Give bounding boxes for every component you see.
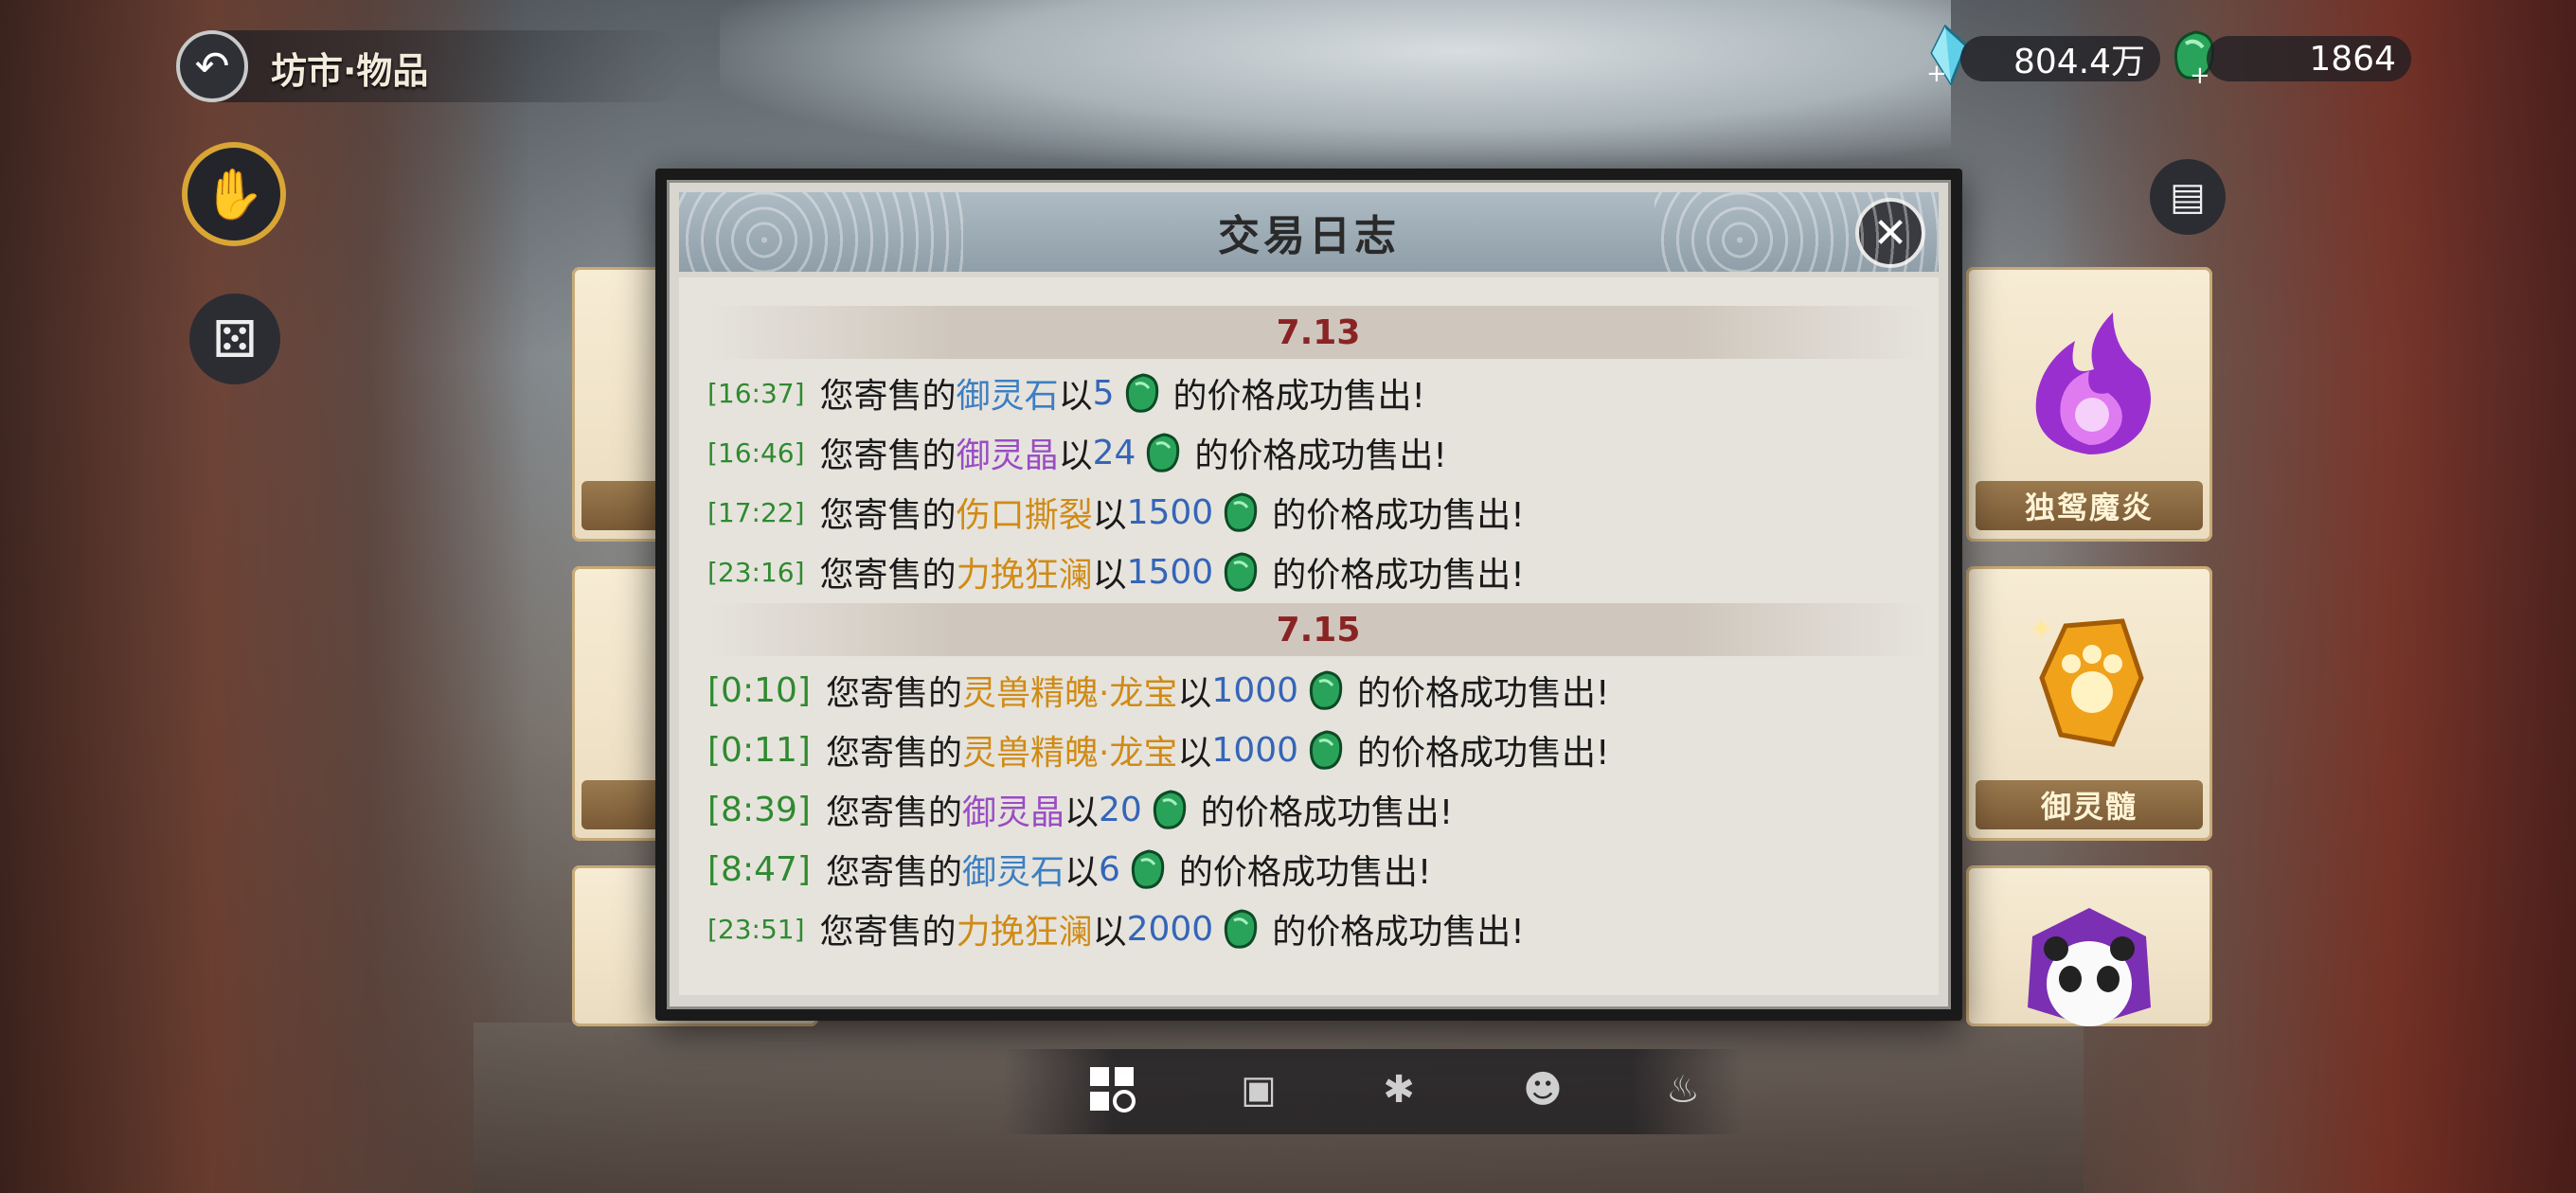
- log-entry: [16:37] 您寄售的 御灵石以 5 的价格成功售出!: [707, 366, 1425, 419]
- log-entry: [8:39] 您寄售的 御灵晶以 20 的价格成功售出!: [707, 783, 1453, 836]
- golden-paw-gem-icon: ✦: [2028, 611, 2144, 747]
- dice-icon: ⚄: [212, 309, 258, 369]
- dice-button[interactable]: ⚄: [189, 294, 280, 384]
- log-entry: [23:16] 您寄售的 力挽狂澜以 1500 的价格成功售出!: [707, 545, 1525, 598]
- title-bar: [176, 30, 688, 102]
- close-icon: ✕: [1872, 208, 1908, 258]
- sell-hand-button[interactable]: ✋: [182, 142, 286, 246]
- pouch-icon: ♨: [1666, 1068, 1700, 1112]
- jade-amount: 1864: [2309, 39, 2396, 79]
- card-pack-icon: ▣: [1241, 1068, 1277, 1112]
- date-header: 7.13: [707, 306, 1929, 359]
- grid-icon: [1090, 1067, 1136, 1113]
- log-entry: [23:51] 您寄售的 力挽狂澜以 2000 的价格成功售出!: [707, 902, 1525, 955]
- jade-currency: 1864: [2207, 36, 2411, 81]
- panda-badge-icon: [2028, 908, 2151, 1026]
- svg-text:+: +: [1926, 60, 1947, 85]
- trade-log-dialog: 交易日志 ✕ · · · · · · · · · · · · · · · · ·…: [655, 169, 1962, 1021]
- log-entry: [8:47] 您寄售的 御灵石以 6 的价格成功售出!: [707, 843, 1431, 896]
- item-card-right-1[interactable]: 独鸳魔炎: [1966, 267, 2212, 542]
- pet-face-icon: ☻: [1523, 1068, 1563, 1112]
- clipped-previous-entry: · · · · · · · · · · · · · · · · · · · · …: [707, 285, 1484, 304]
- svg-text:✦: ✦: [2028, 611, 2055, 649]
- jade-icon: [1309, 670, 1343, 710]
- close-button[interactable]: ✕: [1855, 198, 1925, 268]
- log-entry: [17:22] 您寄售的 伤口撕裂以 1500 的价格成功售出!: [707, 486, 1525, 539]
- jade-icon: [1147, 433, 1180, 472]
- jade-icon: [1125, 373, 1158, 413]
- page-title: 坊市·物品: [271, 50, 429, 92]
- jade-icon: [1153, 790, 1186, 829]
- item-card-name: 御灵髓: [1976, 780, 2203, 829]
- hand-offer-icon: ✋: [203, 166, 265, 223]
- item-card-name: 独鸳魔炎: [1976, 481, 2203, 530]
- log-entry: [0:10] 您寄售的 灵兽精魄·龙宝以 1000 的价格成功售出!: [707, 664, 1609, 717]
- back-button[interactable]: ↶: [176, 30, 248, 102]
- jade-icon: [1309, 730, 1343, 770]
- jade-icon: [1225, 492, 1258, 532]
- log-entry: [16:46] 您寄售的 御灵晶以 24 的价格成功售出!: [707, 426, 1447, 479]
- trade-log-list[interactable]: · · · · · · · · · · · · · · · · · · · · …: [679, 277, 1939, 995]
- nav-cards-button[interactable]: ▣: [1229, 1060, 1288, 1119]
- dialog-title: 交易日志: [1218, 212, 1400, 260]
- purple-flame-icon: [2035, 312, 2151, 454]
- record-book-button[interactable]: ▤: [2150, 159, 2226, 235]
- dialog-header: 交易日志 ✕: [679, 192, 1939, 272]
- jade-icon: [1225, 909, 1258, 949]
- jade-icon: [1225, 552, 1258, 592]
- nav-pet-button[interactable]: ☻: [1513, 1060, 1572, 1119]
- nav-grid-button[interactable]: [1083, 1060, 1142, 1119]
- item-card-right-2[interactable]: ✦ 御灵髓: [1966, 566, 2212, 841]
- nav-pouch-button[interactable]: ♨: [1654, 1060, 1712, 1119]
- dialog-body: 交易日志 ✕ · · · · · · · · · · · · · · · · ·…: [667, 180, 1951, 1009]
- crystal-currency: 804.4万: [1960, 36, 2160, 81]
- book-icon: ▤: [2170, 175, 2206, 219]
- background-sky: [720, 0, 1951, 170]
- crystal-amount: 804.4万: [2012, 43, 2145, 81]
- log-entry: [0:11] 您寄售的 灵兽精魄·龙宝以 1000 的价格成功售出!: [707, 723, 1609, 776]
- date-header: 7.15: [707, 603, 1929, 656]
- item-card-right-3[interactable]: [1966, 865, 2212, 1026]
- jade-icon: [1131, 849, 1165, 889]
- paw-icon: ✱: [1383, 1068, 1415, 1112]
- nav-paw-button[interactable]: ✱: [1369, 1060, 1428, 1119]
- back-arrow-icon: ↶: [194, 42, 230, 91]
